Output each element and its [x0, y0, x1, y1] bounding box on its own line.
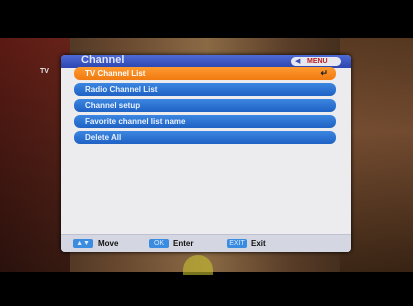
menu-item-label: Channel setup [85, 101, 141, 110]
menu-item-label: Favorite channel list name [85, 117, 186, 126]
menu-item-favorite-channel-list-name[interactable]: Favorite channel list name [74, 115, 336, 128]
exit-hint: Exit [251, 239, 266, 248]
menu-item-label: Delete All [85, 133, 122, 142]
menu-item-label: Radio Channel List [85, 85, 158, 94]
menu-item-tv-channel-list[interactable]: TV Channel List ↵ [74, 67, 336, 80]
background-left-shade [0, 38, 70, 272]
menu-item-delete-all[interactable]: Delete All [74, 131, 336, 144]
menu-footer: ▲▼ Move OK Enter EXIT Exit [61, 234, 351, 252]
menu-item-label: TV Channel List [85, 69, 146, 78]
channel-menu-list: TV Channel List ↵ Radio Channel List Cha… [74, 67, 336, 147]
channel-menu-panel: Channel ◀ MENU TV Channel List ↵ Radio C… [61, 55, 351, 252]
enter-hint: Enter [173, 239, 194, 248]
back-arrow-icon: ◀ [295, 58, 301, 65]
tv-tag: TV [40, 68, 49, 75]
menu-item-radio-channel-list[interactable]: Radio Channel List [74, 83, 336, 96]
tv-screen: TV Channel ◀ MENU TV Channel List ↵ Radi… [0, 0, 413, 306]
ok-key-icon: OK [149, 239, 169, 248]
menu-item-channel-setup[interactable]: Channel setup [74, 99, 336, 112]
menu-badge-label: MENU [307, 58, 328, 65]
menu-badge: ◀ MENU [291, 57, 341, 66]
exit-key-icon: EXIT [227, 239, 247, 248]
enter-icon: ↵ [320, 68, 328, 78]
menu-title: Channel [81, 55, 125, 66]
move-key-icon: ▲▼ [73, 239, 93, 248]
move-hint: Move [98, 239, 119, 248]
